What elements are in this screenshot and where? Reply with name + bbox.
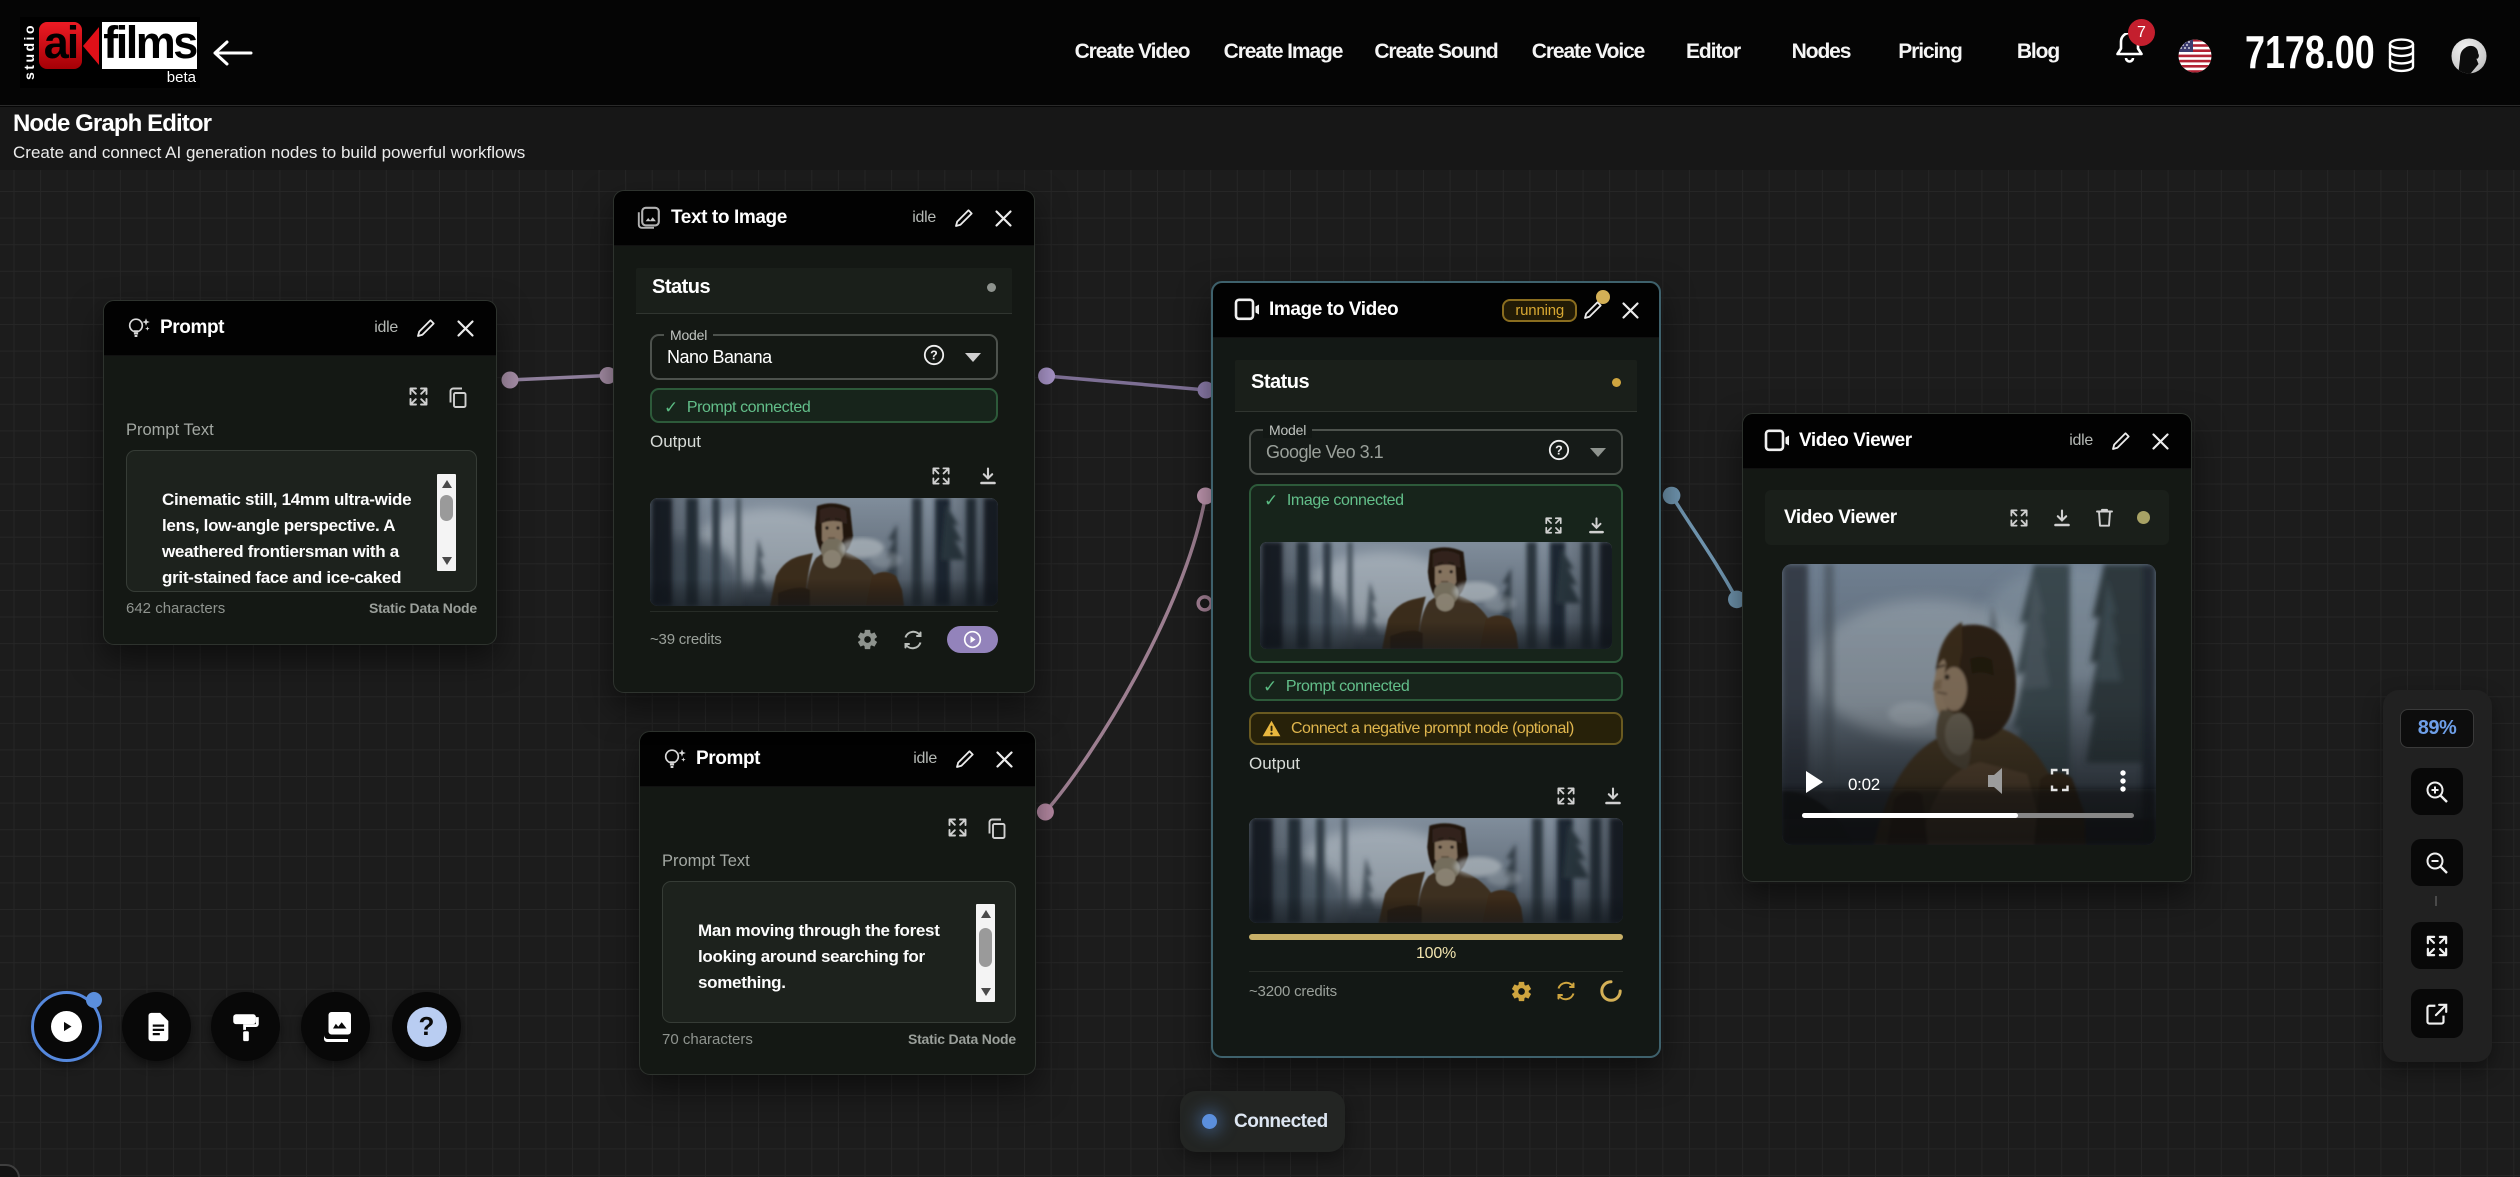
svg-text:0:02: 0:02 bbox=[1848, 775, 1880, 794]
svg-text:?: ? bbox=[1555, 443, 1563, 457]
svg-text:?: ? bbox=[930, 348, 938, 362]
